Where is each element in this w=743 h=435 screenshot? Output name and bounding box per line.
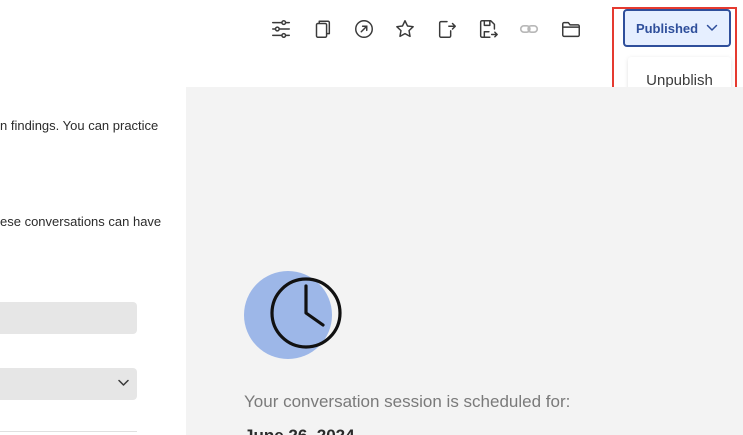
scheduled-label: Your conversation session is scheduled f… (244, 392, 571, 411)
unpublish-menu-item[interactable]: Unpublish (646, 72, 713, 89)
text-field[interactable] (0, 302, 137, 334)
folder-icon[interactable] (559, 17, 583, 41)
description-text: n findings. You can practice (0, 118, 159, 133)
session-panel: Your conversation session is scheduled f… (186, 87, 743, 435)
description-text: ese conversations can have (0, 214, 162, 229)
share-icon[interactable] (435, 17, 459, 41)
chevron-down-icon (118, 379, 129, 386)
copy-icon[interactable] (310, 17, 334, 41)
publish-status-button[interactable]: Published (623, 9, 731, 47)
top-toolbar: Published (0, 0, 743, 58)
field-edge (0, 431, 137, 435)
page: Published Unpublish n findings. You can … (0, 0, 743, 435)
save-as-icon[interactable] (476, 17, 500, 41)
star-icon[interactable] (393, 17, 417, 41)
publish-status-label: Published (635, 20, 699, 36)
compass-icon[interactable] (352, 17, 376, 41)
scheduled-date: June 26, 2024 (244, 426, 355, 435)
select-field[interactable] (0, 368, 137, 400)
clock-icon (244, 271, 342, 359)
link-icon[interactable] (517, 17, 541, 41)
sliders-icon[interactable] (269, 17, 293, 41)
chevron-down-icon (706, 24, 718, 31)
left-content: n findings. You can practice ese convers… (0, 58, 185, 435)
